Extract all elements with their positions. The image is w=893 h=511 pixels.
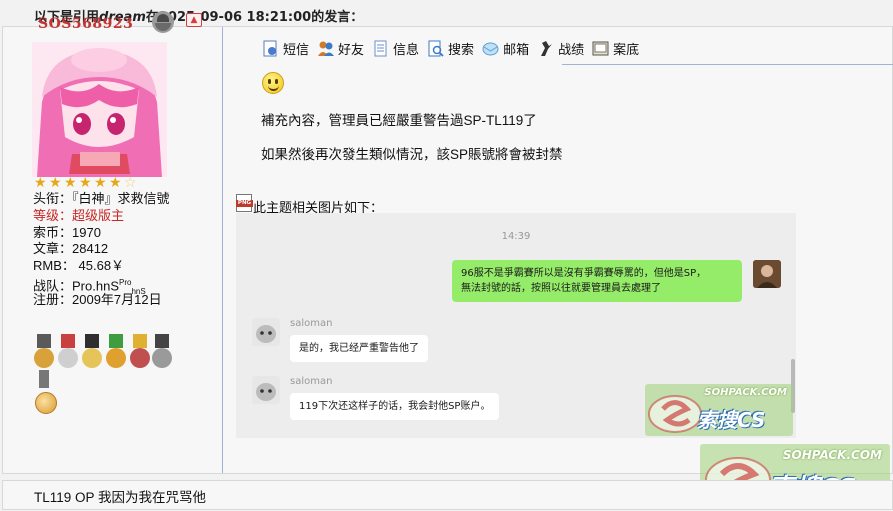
toolbar-case[interactable]: 案底 (592, 39, 639, 58)
user-level-row: 等级：超级版主 (33, 207, 125, 223)
toolbar-info[interactable]: 信息 (372, 39, 419, 58)
half-star-icon: ☆ (124, 175, 137, 191)
site-watermark: SOHPACK.COM 索搜CS (645, 384, 793, 436)
user-coins: 1970 (72, 224, 101, 240)
medal-icon[interactable] (33, 370, 55, 390)
toolbar-record[interactable]: 战绩 (537, 39, 584, 58)
sender-avatar (753, 260, 781, 288)
medal-icon[interactable] (57, 334, 79, 372)
back-to-top-icon[interactable]: ▲ (186, 13, 202, 27)
star-icon: ★ (94, 175, 107, 191)
user-title-row: 头衔：『白神』求救信號 (33, 191, 170, 206)
avatar[interactable] (32, 42, 167, 177)
next-post-text: TL119 OP 我因为我在咒骂他 (34, 490, 207, 505)
gold-medal-icon[interactable] (35, 392, 57, 414)
user-posts-row: 文章：28412 (33, 241, 109, 257)
star-icon: ★ (109, 175, 122, 191)
record-icon (537, 40, 554, 57)
search-icon (427, 40, 444, 57)
user-team-row: 战队：Pro.hnSProhnS (33, 277, 146, 296)
quote-suffix: 在2025-09-06 18:21:00的发言： (145, 10, 364, 25)
team-sup: Pro (119, 277, 132, 287)
user-coins-row: 索币：1970 (33, 224, 101, 240)
star-icon: ★ (34, 175, 47, 191)
rank-stars: ★ ★ ★ ★ ★ ★ ☆ (34, 176, 139, 190)
friends-icon (317, 40, 335, 57)
chat-outgoing-line-2: 無法封號的話，按照以往就要管理員去處理了 (461, 283, 661, 294)
medal-icon[interactable] (151, 334, 173, 372)
user-level: 超级版主 (72, 207, 125, 223)
medal-icon[interactable] (33, 334, 55, 372)
toolbar-message[interactable]: 短信 (262, 39, 309, 58)
saloman-avatar (252, 318, 280, 346)
case-icon (592, 40, 609, 57)
username[interactable]: SOS568923 (38, 16, 133, 32)
post-line-1: 補充內容，管理員已經嚴重警告過SP-TL119了 (261, 113, 537, 128)
chat-reply-bubble: 119下次还这样子的话，我会封他SP账户。 (290, 393, 500, 420)
offline-status-icon (152, 11, 174, 33)
mail-icon (482, 40, 499, 57)
message-icon (262, 40, 279, 57)
chat-sender-name: saloman (290, 318, 333, 329)
chat-timestamp: 14:39 (501, 231, 531, 242)
user-rmb: 45.68￥ (78, 258, 125, 274)
star-icon: ★ (49, 175, 62, 191)
chat-reply-bubble: 是的，我已经严重警告他了 (290, 335, 428, 362)
user-reg-date: 2009年7月12日 (72, 291, 162, 307)
png-attachment-icon: PNG (236, 194, 253, 212)
user-rmb-row: RMB： 45.68￥ (33, 258, 125, 274)
star-icon: ★ (79, 175, 92, 191)
toolbar-search[interactable]: 搜索 (427, 39, 474, 58)
toolbar-divider (562, 64, 893, 65)
info-icon (372, 40, 389, 57)
chat-outgoing-bubble: 96服不是爭霸賽所以是沒有爭霸賽辱罵的，但他是SP， 無法封號的話，按照以往就要… (452, 260, 742, 302)
user-title: 『白神』求救信號 (72, 191, 170, 206)
chat-outgoing-line-1: 96服不是爭霸賽所以是沒有爭霸賽辱罵的，但他是SP， (461, 268, 707, 279)
toolbar-mail[interactable]: 邮箱 (482, 39, 529, 58)
user-info: 头衔：『白神』求救信號 等级：超级版主 索币：1970 文章：28412 RMB… (33, 191, 170, 309)
medal-icon[interactable] (81, 334, 103, 372)
post-line-2: 如果然後再次發生類似情況，該SP賬號將會被封禁 (261, 147, 563, 162)
user-toolbar: 短信 好友 信息 搜索 邮箱 战绩 案底 (262, 38, 647, 58)
saloman-avatar (252, 376, 280, 404)
smiley-emoticon-icon (262, 72, 284, 94)
toolbar-friends[interactable]: 好友 (317, 39, 364, 58)
medal-icon[interactable] (105, 334, 127, 372)
user-reg-row: 注册：2009年7月12日 (33, 291, 162, 307)
star-icon: ★ (64, 175, 77, 191)
user-posts: 28412 (72, 241, 109, 257)
medal-icon[interactable] (129, 334, 151, 372)
chat-sender-name: saloman (290, 376, 333, 387)
